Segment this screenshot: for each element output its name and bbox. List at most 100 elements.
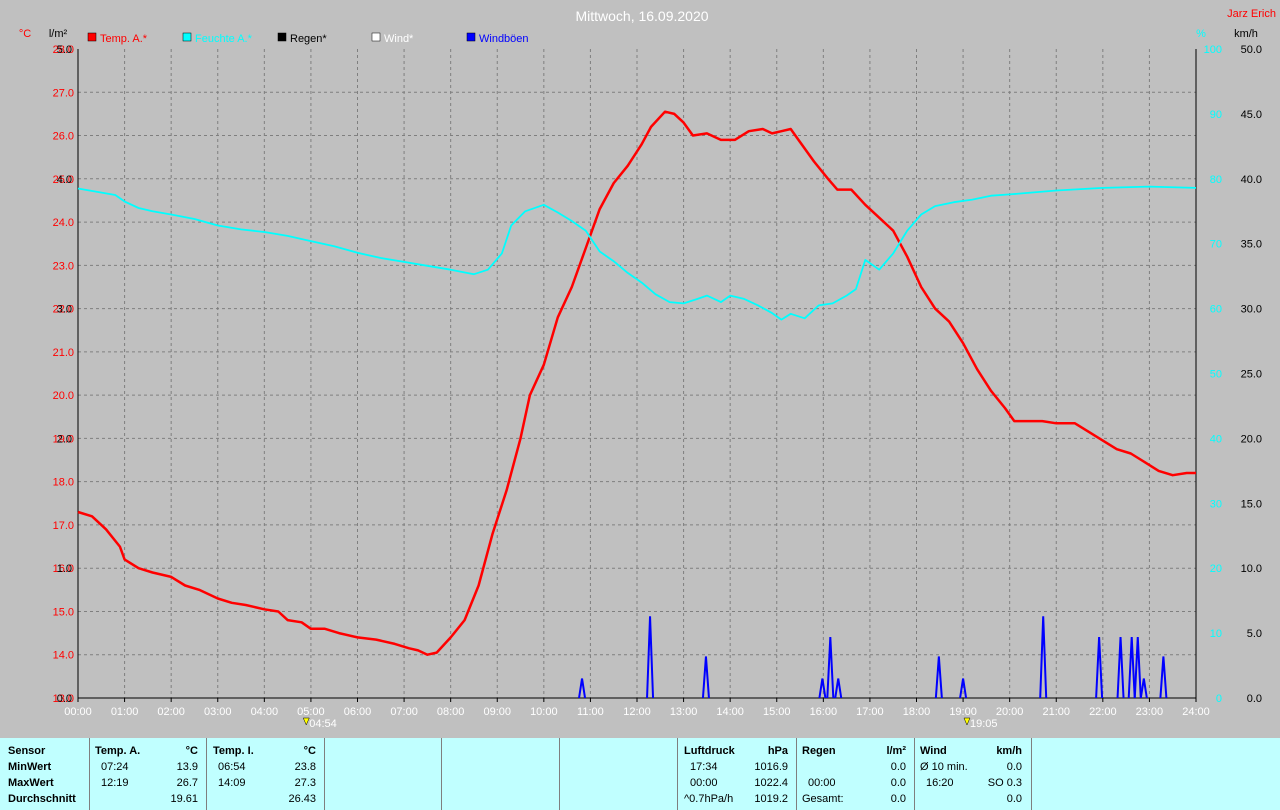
temp-i-avg: 26.43 xyxy=(288,793,316,805)
temp-a-min-time: 07:24 xyxy=(101,761,129,773)
legend-swatch xyxy=(87,32,97,42)
humidity-tick-label: 90 xyxy=(1210,109,1222,121)
time-tick-label: 09:00 xyxy=(483,706,511,718)
regen-header: Regen xyxy=(802,745,836,757)
time-tick-label: 10:00 xyxy=(530,706,558,718)
luftdruck-max: 1022.4 xyxy=(754,777,788,789)
time-tick-label: 19:00 xyxy=(949,706,977,718)
time-tick-label: 23:00 xyxy=(1136,706,1164,718)
divider xyxy=(441,738,442,810)
time-tick-label: 15:00 xyxy=(763,706,791,718)
time-tick-label: 18:00 xyxy=(903,706,931,718)
legend-label: Temp. A.* xyxy=(100,33,148,45)
luftdruck-min-time: 17:34 xyxy=(690,761,718,773)
temp-tick-label: 18.0 xyxy=(53,477,74,489)
legend-label: Wind* xyxy=(384,33,414,45)
time-tick-label: 02:00 xyxy=(157,706,185,718)
weather-chart: 28.027.026.025.024.023.022.021.020.019.0… xyxy=(19,8,1276,730)
humidity-tick-label: 80 xyxy=(1210,174,1222,186)
temp-tick-label: 17.0 xyxy=(53,520,74,532)
sensor-header: Sensor xyxy=(8,745,46,757)
temp-a-header: Temp. A. xyxy=(95,745,141,757)
wind-tick-label: 20.0 xyxy=(1241,433,1262,445)
wind-tick-label: 50.0 xyxy=(1241,44,1262,56)
time-tick-label: 21:00 xyxy=(1042,706,1070,718)
time-tick-label: 16:00 xyxy=(810,706,838,718)
temp-i-max: 27.3 xyxy=(294,777,316,789)
humidity-tick-label: 100 xyxy=(1204,44,1222,56)
wind-unit: km/h xyxy=(996,745,1022,757)
temp-tick-label: 15.0 xyxy=(53,606,74,618)
legend-swatch xyxy=(182,32,192,42)
luftdruck-header: Luftdruck xyxy=(684,745,735,757)
divider xyxy=(796,738,797,810)
sunset-label: 19:05 xyxy=(970,718,998,730)
legend-label: Windböen xyxy=(479,33,529,45)
time-tick-label: 07:00 xyxy=(390,706,418,718)
legend-swatch xyxy=(277,32,287,42)
time-tick-label: 24:00 xyxy=(1182,706,1210,718)
wind-tick-label: 40.0 xyxy=(1241,174,1262,186)
temp-tick-label: 24.0 xyxy=(53,217,74,229)
wind-tick-label: 15.0 xyxy=(1241,498,1262,510)
time-tick-label: 06:00 xyxy=(344,706,372,718)
temp-a-unit: °C xyxy=(185,745,198,757)
time-tick-label: 12:00 xyxy=(623,706,651,718)
wind-day-avg: 0.0 xyxy=(1006,793,1022,805)
luftdruck-avg: 1019.2 xyxy=(754,793,788,805)
wind-tick-label: 25.0 xyxy=(1241,369,1262,381)
wind-tick-label: 5.0 xyxy=(1247,628,1262,640)
wind-unit-label: km/h xyxy=(1234,28,1258,40)
humidity-tick-label: 10 xyxy=(1210,628,1222,640)
divider xyxy=(677,738,678,810)
time-tick-label: 14:00 xyxy=(716,706,744,718)
time-tick-label: 00:00 xyxy=(64,706,92,718)
time-tick-label: 22:00 xyxy=(1089,706,1117,718)
temp-i-header: Temp. I. xyxy=(213,745,254,757)
wind-tick-label: 30.0 xyxy=(1241,304,1262,316)
humidity-tick-label: 0 xyxy=(1216,693,1222,705)
regen-unit: l/m² xyxy=(886,745,906,757)
humidity-tick-label: 40 xyxy=(1210,433,1222,445)
divider xyxy=(559,738,560,810)
temp-tick-label: 20.0 xyxy=(53,390,74,402)
regen-max-time: 00:00 xyxy=(808,777,836,789)
humidity-unit-label: % xyxy=(1196,28,1206,40)
chart-title: Mittwoch, 16.09.2020 xyxy=(575,8,708,24)
author-label: Jarz Erich xyxy=(1227,8,1276,20)
temp-i-min: 23.8 xyxy=(294,761,316,773)
legend-swatch xyxy=(371,32,381,42)
minwert-label: MinWert xyxy=(8,761,52,773)
temp-unit-label: °C xyxy=(19,28,31,40)
legend-swatch xyxy=(466,32,476,42)
wind-header: Wind xyxy=(920,745,947,757)
time-tick-label: 08:00 xyxy=(437,706,465,718)
divider xyxy=(914,738,915,810)
time-tick-label: 01:00 xyxy=(111,706,139,718)
time-tick-label: 05:00 xyxy=(297,706,325,718)
time-tick-label: 13:00 xyxy=(670,706,698,718)
maxwert-label: MaxWert xyxy=(8,777,54,789)
humidity-tick-label: 20 xyxy=(1210,563,1222,575)
regen-gesamt-label: Gesamt: xyxy=(802,793,844,805)
temp-tick-label: 14.0 xyxy=(53,650,74,662)
regen-max: 0.0 xyxy=(890,777,906,789)
time-tick-label: 17:00 xyxy=(856,706,884,718)
rain-unit-label: l/m² xyxy=(49,28,68,40)
luftdruck-max-time: 00:00 xyxy=(690,777,718,789)
legend-label: Regen* xyxy=(290,33,327,45)
temp-a-max: 26.7 xyxy=(176,777,198,789)
temp-tick-label: 21.0 xyxy=(53,347,74,359)
divider xyxy=(206,738,207,810)
time-tick-label: 04:00 xyxy=(251,706,279,718)
rain-tick-label: 4.0 xyxy=(57,174,72,186)
rain-tick-label: 3.0 xyxy=(57,304,72,316)
wind-avg-label: Ø 10 min. xyxy=(920,761,968,773)
temp-tick-label: 26.0 xyxy=(53,131,74,143)
wind-avg: 0.0 xyxy=(1006,761,1022,773)
rain-tick-label: 2.0 xyxy=(57,433,72,445)
rain-tick-label: 5.0 xyxy=(57,44,72,56)
sunrise-label: 04:54 xyxy=(309,718,337,730)
temp-i-max-time: 14:09 xyxy=(218,777,246,789)
wind-tick-label: 10.0 xyxy=(1241,563,1262,575)
